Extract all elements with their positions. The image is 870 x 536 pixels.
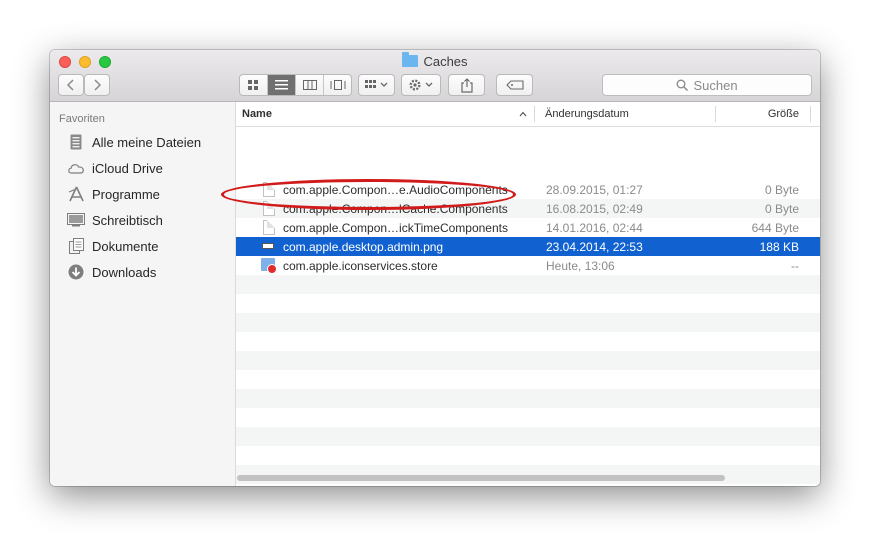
share-icon [460, 77, 473, 93]
column-view-button[interactable] [296, 75, 324, 95]
action-menu-button[interactable] [401, 74, 441, 96]
sidebar-item-label: Schreibtisch [92, 212, 163, 228]
desktop-icon [67, 212, 85, 228]
search-placeholder: Suchen [693, 77, 738, 93]
folder-icon [402, 52, 419, 67]
file-date: Heute, 13:06 [546, 258, 615, 273]
column-header-date-label: Änderungsdatum [545, 108, 629, 120]
list-icon [275, 80, 288, 90]
sidebar-item-documents[interactable]: Dokumente [67, 236, 158, 256]
empty-row [236, 427, 820, 446]
column-divider [534, 106, 535, 122]
window-title-text: Caches [423, 54, 468, 69]
document-icon [263, 220, 275, 235]
file-size: 644 Byte [751, 220, 799, 235]
table-row[interactable]: com.apple.Compon…ickTimeComponents 14.01… [236, 218, 820, 237]
sidebar-item-icloud-drive[interactable]: iCloud Drive [67, 158, 163, 178]
file-date: 23.04.2014, 22:53 [546, 239, 643, 254]
title-bar: Caches Suchen [50, 50, 820, 102]
highlight-ellipse [221, 179, 516, 210]
magnifier-icon [677, 79, 689, 91]
gear-icon [409, 79, 433, 91]
column-header-size-label: Größe [767, 108, 799, 120]
tags-button[interactable] [496, 74, 533, 96]
columns-icon [302, 80, 317, 90]
tag-icon [505, 80, 524, 90]
file-size: 0 Byte [764, 182, 799, 197]
sidebar-item-downloads[interactable]: Downloads [67, 262, 156, 282]
sidebar-item-label: Programme [92, 186, 160, 202]
applications-icon [67, 186, 85, 202]
share-button[interactable] [448, 74, 485, 96]
sidebar-heading-favorites: Favoriten [59, 113, 105, 125]
cover-flow-icon [330, 80, 345, 90]
file-name: com.apple.Compon…ickTimeComponents [283, 220, 508, 235]
back-button[interactable] [58, 74, 84, 96]
file-date: 14.01.2016, 02:44 [546, 220, 643, 235]
file-name: com.apple.desktop.admin.png [283, 239, 444, 254]
file-size: 0 Byte [764, 201, 799, 216]
column-divider [715, 106, 716, 122]
horizontal-scrollbar[interactable] [237, 475, 725, 481]
empty-row [236, 313, 820, 332]
view-mode-control [239, 74, 352, 96]
grid-icon [248, 79, 258, 90]
column-header-name[interactable]: Name [242, 102, 272, 126]
list-view-button[interactable] [268, 75, 296, 95]
column-divider [810, 106, 811, 122]
sort-ascending-icon [519, 102, 527, 126]
forward-button[interactable] [84, 74, 110, 96]
sidebar: Favoriten Alle meine Dateien iCloud Driv… [50, 102, 236, 486]
chevron-right-icon [94, 79, 101, 91]
arrange-menu-button[interactable] [358, 74, 395, 96]
sidebar-item-applications[interactable]: Programme [67, 184, 160, 204]
cover-flow-view-button[interactable] [324, 75, 351, 95]
column-header-date[interactable]: Änderungsdatum [545, 102, 629, 126]
empty-row [236, 351, 820, 370]
file-size: -- [791, 258, 799, 273]
sidebar-item-label: Downloads [92, 264, 157, 280]
downloads-icon [67, 264, 85, 280]
sidebar-item-label: Dokumente [92, 238, 159, 254]
file-size: 188 KB [759, 239, 799, 254]
restricted-folder-icon [261, 258, 277, 274]
search-field[interactable]: Suchen [602, 74, 812, 96]
column-header-size[interactable]: Größe [726, 102, 799, 126]
column-header-row: Name Änderungsdatum Größe [236, 102, 820, 127]
file-name: com.apple.iconservices.store [283, 258, 438, 273]
file-date: 28.09.2015, 01:27 [546, 182, 643, 197]
chevron-left-icon [67, 79, 74, 91]
table-row[interactable]: com.apple.iconservices.store Heute, 13:0… [236, 256, 820, 275]
png-image-icon [262, 243, 274, 249]
sidebar-item-all-files[interactable]: Alle meine Dateien [67, 132, 201, 152]
file-date: 16.08.2015, 02:49 [546, 201, 643, 216]
table-row-selected[interactable]: com.apple.desktop.admin.png 23.04.2014, … [236, 237, 820, 256]
all-files-icon [67, 134, 85, 150]
sidebar-item-label: iCloud Drive [92, 160, 163, 176]
empty-row [236, 275, 820, 294]
documents-icon [67, 238, 85, 254]
sidebar-item-desktop[interactable]: Schreibtisch [67, 210, 163, 230]
file-list: Name Änderungsdatum Größe com.apple.Comp… [236, 102, 820, 486]
sidebar-item-label: Alle meine Dateien [92, 134, 202, 150]
finder-window: Caches Suchen Favoriten Alle meine Datei… [50, 50, 820, 486]
icon-view-button[interactable] [240, 75, 268, 95]
arrange-icon [364, 80, 387, 88]
empty-row [236, 389, 820, 408]
cloud-icon [67, 160, 85, 176]
column-header-name-label: Name [242, 108, 272, 120]
window-title: Caches [50, 52, 820, 69]
